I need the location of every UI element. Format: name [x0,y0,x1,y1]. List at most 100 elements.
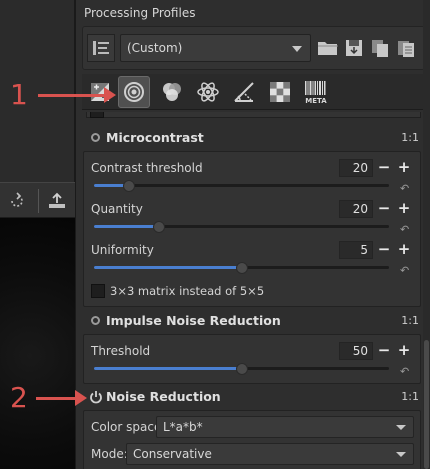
tool-tab-bar: META [82,74,425,110]
toolbar-separator [38,189,39,213]
crop-icon[interactable] [44,189,70,213]
copy-profile-icon[interactable] [367,34,393,62]
annotation-arrow-2 [36,397,78,400]
chevron-down-icon [396,452,406,457]
save-profile-icon[interactable] [341,34,367,62]
noise-reduction-header[interactable]: Noise Reduction 1:1 [82,385,425,409]
panel-scrollbar[interactable] [423,0,430,469]
decrement-button[interactable]: − [375,241,393,259]
uniformity-value[interactable]: 5 [339,241,373,259]
processing-profiles-box: (Custom) [82,26,425,70]
matrix-checkbox[interactable] [91,284,105,298]
slider-knob[interactable] [235,262,248,274]
contrast-threshold-value[interactable]: 20 [339,159,373,177]
contrast-threshold-label: Contrast threshold [91,161,203,175]
mode-select[interactable]: Conservative [126,443,414,465]
contrast-threshold-slider[interactable] [94,180,389,192]
annotation-arrow-1 [38,94,106,97]
annotation-number-2: 2 [10,381,28,414]
increment-button[interactable]: + [395,159,413,177]
rotate-icon[interactable] [4,189,30,213]
impulse-noise-header[interactable]: Impulse Noise Reduction 1:1 [82,309,425,333]
slider-knob[interactable] [152,221,165,233]
threshold-label: Threshold [91,344,151,358]
microcontrast-title: Microcontrast [106,130,204,145]
threshold-value[interactable]: 50 [339,342,373,360]
reset-icon[interactable]: ↶ [400,365,414,378]
mode-value: Conservative [133,447,212,461]
annotation-arrowhead-2 [75,390,87,406]
tab-advanced[interactable] [192,76,224,108]
tab-metadata[interactable]: META [300,76,332,108]
tab-raw[interactable] [264,76,296,108]
quantity-value[interactable]: 20 [339,200,373,218]
impulse-noise-ratio: 1:1 [401,314,419,327]
threshold-spin[interactable]: 50 − + [339,342,417,360]
slider-knob[interactable] [123,180,136,192]
impulse-noise-panel: Threshold 50 − + ↶ [83,334,421,384]
noise-reduction-panel: Color space: L*a*b* Mode: Conservative [83,410,421,469]
microcontrast-ratio: 1:1 [401,131,419,144]
section-dot-icon [91,133,100,142]
slider-knob[interactable] [235,363,248,375]
impulse-noise-title: Impulse Noise Reduction [106,313,281,328]
reset-icon[interactable]: ↶ [400,182,414,195]
previous-section-checkbox[interactable] [90,112,104,118]
preview-toolbar [0,182,75,218]
profile-list-button[interactable] [87,34,115,62]
quantity-spin[interactable]: 20 − + [339,200,417,218]
quantity-label: Quantity [91,202,143,216]
decrement-button[interactable]: − [375,342,393,360]
open-folder-icon[interactable] [315,34,341,62]
raw-icon [270,82,290,102]
detail-icon [124,82,144,102]
uniformity-spin[interactable]: 5 − + [339,241,417,259]
increment-button[interactable]: + [395,342,413,360]
microcontrast-panel: Contrast threshold 20 − + ↶ Quantity 20 … [83,151,421,307]
tab-detail[interactable] [118,76,150,108]
profile-select-value: (Custom) [127,41,183,55]
color-space-label: Color space: [91,420,166,434]
reset-icon[interactable]: ↶ [400,223,414,236]
noise-reduction-ratio: 1:1 [401,390,419,403]
color-space-select[interactable]: L*a*b* [156,416,414,438]
profile-select[interactable]: (Custom) [120,34,311,62]
power-icon[interactable] [88,389,104,405]
tool-panel: Processing Profiles (Custom) META Microc… [75,0,430,469]
matrix-checkbox-label: 3×3 matrix instead of 5×5 [110,284,265,298]
microcontrast-header[interactable]: Microcontrast 1:1 [82,126,425,150]
annotation-number-1: 1 [10,78,28,111]
color-icon [163,83,181,101]
preview-image [0,218,75,469]
reset-icon[interactable]: ↶ [400,264,414,277]
quantity-slider[interactable] [94,221,389,233]
previous-section-edge [86,112,421,118]
noise-reduction-title: Noise Reduction [106,389,221,404]
scrollbar-thumb[interactable] [424,340,429,469]
chevron-down-icon [396,425,406,430]
section-dot-icon [91,316,100,325]
increment-button[interactable]: + [395,241,413,259]
metadata-tab-label: META [305,97,327,105]
uniformity-label: Uniformity [91,243,154,257]
atom-icon [197,82,219,102]
contrast-threshold-spin[interactable]: 20 − + [339,159,417,177]
increment-button[interactable]: + [395,200,413,218]
decrement-button[interactable]: − [375,159,393,177]
transform-icon [234,82,254,102]
list-icon [93,41,109,55]
threshold-slider[interactable] [94,363,389,375]
tab-transform[interactable] [228,76,260,108]
annotation-arrowhead-1 [104,87,116,103]
paste-profile-icon[interactable] [393,34,419,62]
app-window: Processing Profiles (Custom) META Microc… [0,0,430,469]
chevron-down-icon [292,46,302,52]
processing-profiles-title: Processing Profiles [84,6,196,20]
decrement-button[interactable]: − [375,200,393,218]
tool-scroll-area: Microcontrast 1:1 Contrast threshold 20 … [82,112,425,469]
barcode-icon: META [305,81,327,105]
uniformity-slider[interactable] [94,262,389,274]
slider-fill [94,266,242,269]
tab-color[interactable] [156,76,188,108]
mode-label: Mode: [91,447,128,461]
